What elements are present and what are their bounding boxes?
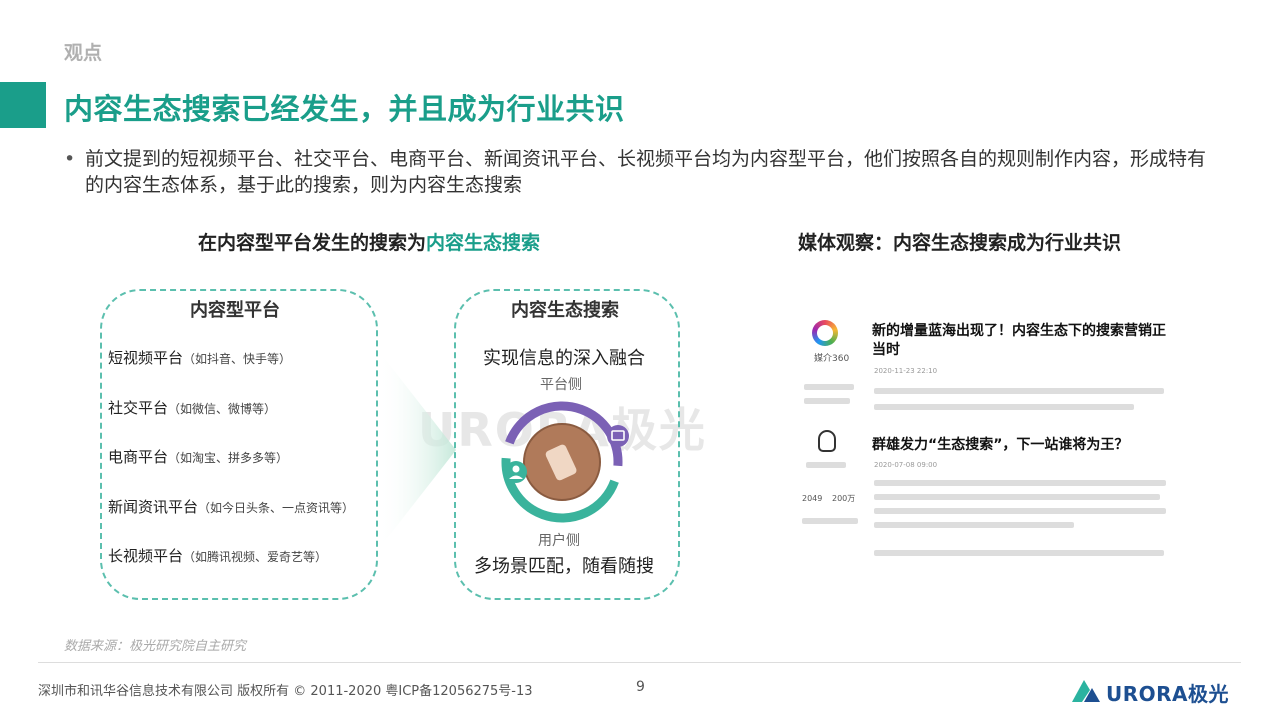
platform-name: 长视频平台 bbox=[108, 547, 184, 565]
blur-line bbox=[802, 518, 858, 524]
intro-text: 前文提到的短视频平台、社交平台、电商平台、新闻资讯平台、长视频平台均为内容型平台… bbox=[85, 148, 1207, 196]
platform-name: 短视频平台 bbox=[108, 349, 184, 367]
platform-item: 电商平台（如淘宝、拼多多等） bbox=[108, 446, 288, 467]
intro-bullet: • 前文提到的短视频平台、社交平台、电商平台、新闻资讯平台、长视频平台均为内容型… bbox=[64, 146, 1224, 198]
footer-copyright: 深圳市和讯华谷信息技术有限公司 版权所有 © 2011-2020 粤ICP备12… bbox=[38, 684, 533, 699]
brand-logo: URORA极光 bbox=[1070, 674, 1242, 706]
platform-item: 短视频平台（如抖音、快手等） bbox=[108, 347, 291, 368]
left-heading-highlight: 内容生态搜索 bbox=[426, 232, 541, 254]
media360-logo-icon bbox=[812, 320, 838, 346]
platform-side-label: 平台侧 bbox=[540, 377, 582, 393]
search-cycle-icon bbox=[501, 401, 629, 523]
blur-line bbox=[874, 550, 1164, 556]
brand-wordmark: URORA极光 bbox=[1106, 682, 1230, 706]
blur-line bbox=[874, 508, 1166, 514]
title-accent-bar bbox=[0, 82, 46, 128]
news-stat-2: 200万 bbox=[832, 494, 856, 503]
blur-line bbox=[874, 494, 1160, 500]
section-tag: 观点 bbox=[64, 42, 103, 64]
platform-item: 新闻资讯平台（如今日头条、一点资讯等） bbox=[108, 496, 354, 517]
blur-line bbox=[804, 398, 850, 404]
platform-note: （如淘宝、拼多多等） bbox=[168, 451, 289, 465]
left-heading-prefix: 在内容型平台发生的搜索为 bbox=[198, 232, 427, 254]
deep-fusion-text: 实现信息的深入融合 bbox=[483, 348, 645, 369]
platform-note: （如腾讯视频、爱奇艺等） bbox=[183, 550, 328, 564]
platform-name: 新闻资讯平台 bbox=[108, 498, 199, 516]
slide-title: 内容生态搜索已经发生，并且成为行业共识 bbox=[64, 92, 625, 126]
user-side-label: 用户侧 bbox=[538, 533, 580, 549]
news-headline-1: 新的增量蓝海出现了！内容生态下的搜索营销正当时 bbox=[872, 323, 1166, 358]
platform-name: 电商平台 bbox=[108, 448, 169, 466]
footer-divider bbox=[38, 662, 1241, 663]
blur-line bbox=[874, 404, 1134, 410]
news-stat-1: 2049 bbox=[802, 494, 823, 503]
news-date-1: 2020-11-23 22:10 bbox=[874, 367, 938, 375]
news-source: 媒介360 bbox=[814, 354, 850, 364]
news-date-2: 2020-07-08 09:00 bbox=[874, 461, 938, 469]
platform-box-title: 内容型平台 bbox=[190, 300, 280, 321]
search-box-title: 内容生态搜索 bbox=[511, 300, 619, 321]
blur-line bbox=[874, 522, 1074, 528]
news-headline-2: 群雄发力“生态搜索”，下一站谁将为王？ bbox=[872, 437, 1129, 453]
platform-note: （如抖音、快手等） bbox=[183, 352, 292, 366]
aurora-logo-icon bbox=[1072, 680, 1100, 702]
blur-line bbox=[804, 384, 854, 390]
page-number: 9 bbox=[636, 679, 645, 695]
platform-note: （如今日头条、一点资讯等） bbox=[198, 501, 355, 515]
left-heading: 在内容型平台发生的搜索为内容生态搜索 bbox=[198, 228, 540, 255]
bulb-logo-icon bbox=[818, 430, 836, 452]
multi-scene-text: 多场景匹配，随看随搜 bbox=[474, 556, 654, 577]
platform-note: （如微信、微博等） bbox=[168, 402, 277, 416]
platform-item: 长视频平台（如腾讯视频、爱奇艺等） bbox=[108, 545, 327, 566]
blur-line bbox=[874, 388, 1164, 394]
data-source-note: 数据来源：极光研究院自主研究 bbox=[64, 639, 247, 654]
platform-name: 社交平台 bbox=[108, 399, 169, 417]
right-heading: 媒体观察：内容生态搜索成为行业共识 bbox=[798, 232, 1122, 254]
flow-arrow-icon bbox=[378, 350, 456, 550]
blur-line bbox=[874, 480, 1166, 486]
news-screenshot: 媒介360 新的增量蓝海出现了！内容生态下的搜索营销正当时 2020-11-23… bbox=[796, 318, 1176, 558]
blur-line bbox=[806, 462, 846, 468]
bullet-dot: • bbox=[64, 148, 76, 170]
platform-item: 社交平台（如微信、微博等） bbox=[108, 397, 276, 418]
